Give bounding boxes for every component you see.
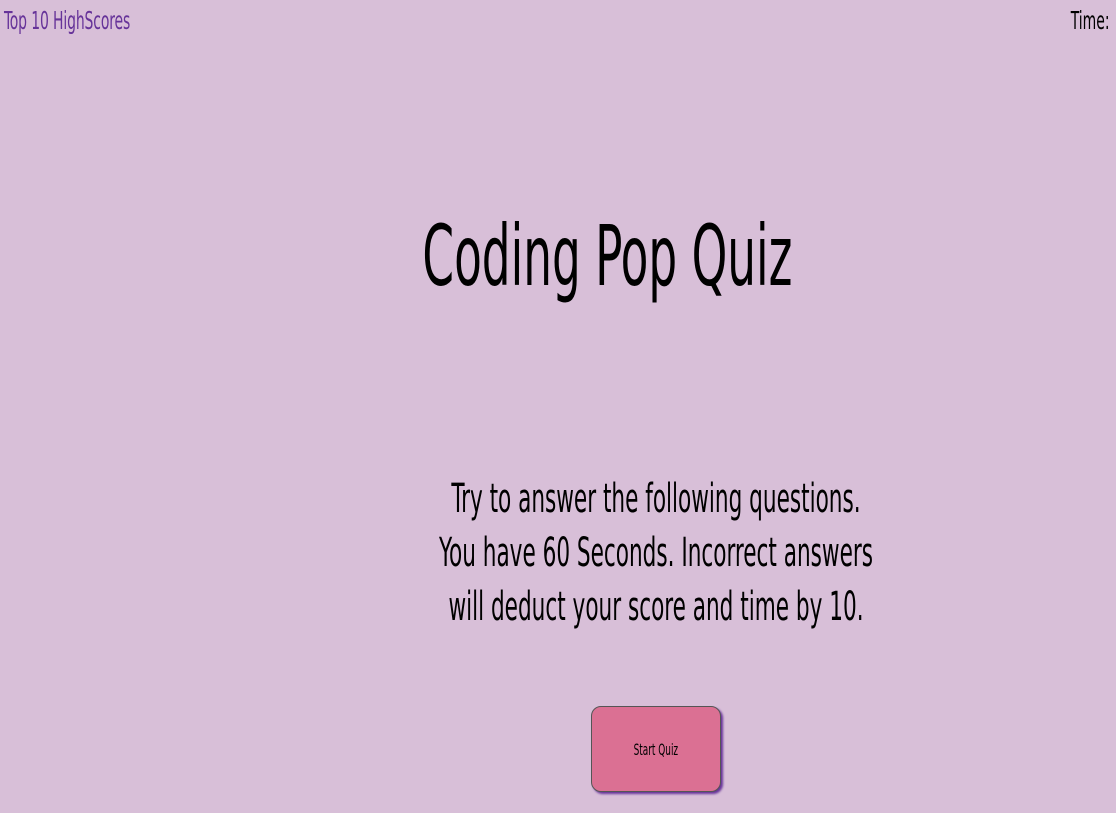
instructions-line: Try to answer the following questions.: [451, 476, 861, 522]
instructions-line: will deduct your score and time by 10.: [448, 584, 864, 630]
start-quiz-button-label: Start Quiz: [633, 739, 679, 759]
instructions: Try to answer the following questions. Y…: [400, 472, 911, 634]
instructions-line: You have 60 Seconds. Incorrect answers: [439, 530, 873, 576]
highscores-link[interactable]: Top 10 HighScores: [4, 6, 130, 35]
start-quiz-button[interactable]: Start Quiz: [591, 706, 721, 792]
timer-label: Time:: [1071, 6, 1110, 35]
page-title: Coding Pop Quiz: [422, 207, 793, 305]
top-bar: Top 10 HighScores Time:: [0, 0, 1116, 44]
